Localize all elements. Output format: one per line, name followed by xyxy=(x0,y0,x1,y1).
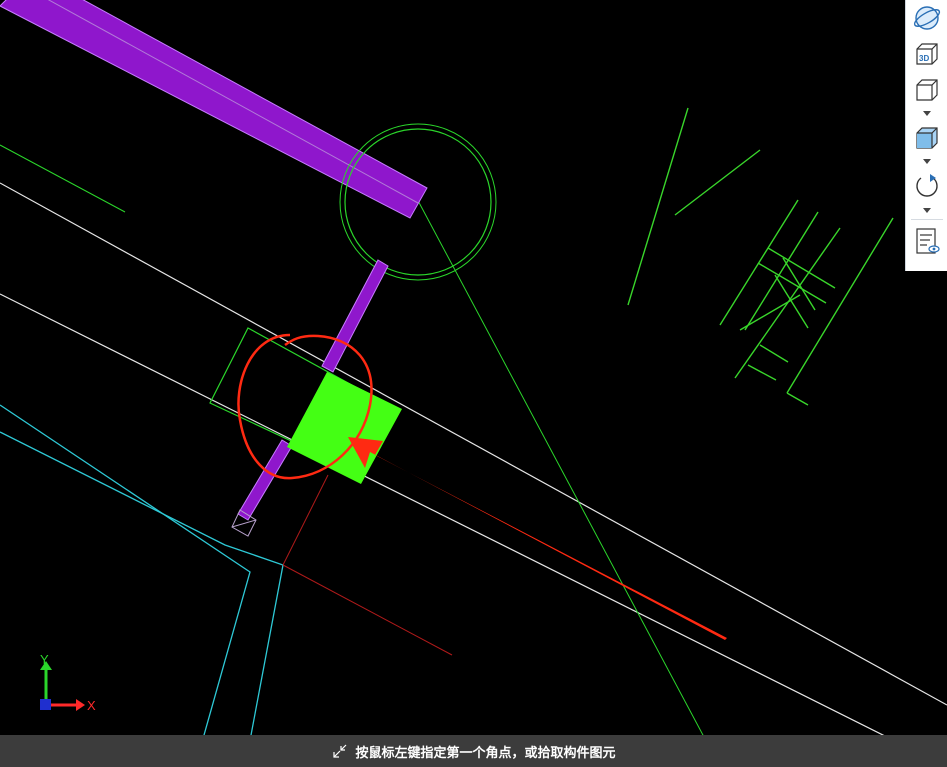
wireframe-cube-icon xyxy=(916,79,938,101)
wall-outline-line xyxy=(0,182,947,706)
axis-gizmo xyxy=(40,661,85,711)
status-message: 按鼠标左键指定第一个角点，或拾取构件图元 xyxy=(355,745,616,761)
chevron-down-icon[interactable] xyxy=(921,108,933,118)
drawing-canvas[interactable]: Y X xyxy=(0,0,947,767)
beam-link-upper[interactable] xyxy=(321,259,389,373)
shaded-cube-icon xyxy=(916,127,938,149)
chevron-down-icon[interactable] xyxy=(921,156,933,166)
wall-outline-line xyxy=(0,293,947,767)
axis-line xyxy=(414,194,721,767)
display-settings-button[interactable] xyxy=(911,225,943,257)
room-outline xyxy=(0,404,251,767)
dimension-line xyxy=(282,564,453,656)
highlight-arrow xyxy=(348,437,727,640)
shaded-view-button[interactable] xyxy=(911,122,943,154)
3d-label: 3D xyxy=(919,54,929,63)
wall-annotation xyxy=(627,107,894,406)
display-settings-icon xyxy=(916,228,940,254)
orbit-icon xyxy=(913,6,941,30)
pick-point-icon xyxy=(333,744,347,758)
status-bar: 按鼠标左键指定第一个角点，或拾取构件图元 xyxy=(0,735,947,767)
beam-upper[interactable] xyxy=(0,0,428,219)
dimension-line xyxy=(282,474,329,566)
rotate-button[interactable] xyxy=(911,170,943,202)
cube-3d-icon: 3D xyxy=(916,43,938,65)
rotate-icon xyxy=(916,174,938,197)
axis-label-x: X xyxy=(87,698,96,713)
beam-end-marker xyxy=(231,519,257,528)
orbit-view-button[interactable] xyxy=(911,2,943,34)
axis-label-y: Y xyxy=(40,652,49,667)
chevron-down-icon[interactable] xyxy=(921,205,933,215)
3d-view-button[interactable]: 3D xyxy=(911,38,943,70)
view-toolbar: 3D xyxy=(905,0,947,271)
axis-line xyxy=(0,144,126,213)
room-outline xyxy=(0,431,284,767)
beam-link-lower[interactable] xyxy=(237,439,293,521)
wireframe-view-button[interactable] xyxy=(911,74,943,106)
toolbar-divider xyxy=(911,219,943,220)
selected-component[interactable] xyxy=(287,372,402,484)
